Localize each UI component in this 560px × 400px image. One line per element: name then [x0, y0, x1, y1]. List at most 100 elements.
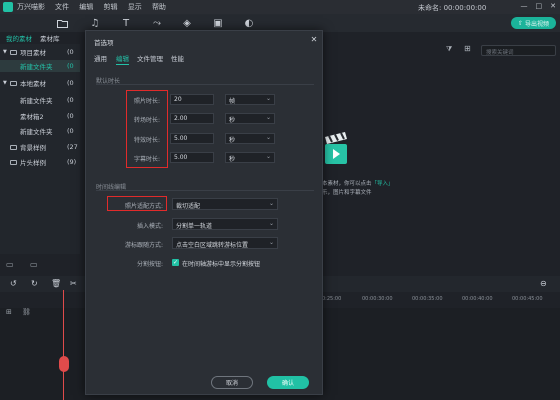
cursor-follow-label: 游标跟随方式: [124, 242, 163, 249]
cursor-follow-select[interactable]: 点击空白区域跳转游标位置 ⌄ [172, 237, 278, 249]
photo-duration-input[interactable]: 20 [170, 94, 214, 105]
tree-item-new-folder[interactable]: 新建文件夹 (0 [0, 125, 80, 137]
confirm-button[interactable]: 确认 [267, 376, 309, 389]
add-track-icon[interactable]: ⊞ [6, 308, 12, 316]
insert-mode-label: 插入模式: [136, 223, 163, 230]
zoom-icon[interactable]: ⊖ [540, 279, 547, 288]
photo-duration-unit-select[interactable]: 帧 ⌄ [225, 94, 275, 105]
music-icon[interactable]: ♫ [88, 16, 102, 30]
tree-item-count: (0 [67, 96, 74, 104]
minimize-icon[interactable]: — [521, 2, 528, 10]
search-input[interactable]: 搜索关键词 [481, 45, 556, 56]
highlight-box-photo-fit [107, 196, 167, 211]
chevron-down-icon: ⌄ [265, 134, 271, 141]
tree-item-count: (0 [67, 48, 74, 56]
tree-item-new-folder[interactable]: 新建文件夹 (0 [0, 94, 80, 106]
ruler-tick: 00:00:45:00 [512, 296, 543, 302]
delete-folder-icon[interactable]: ▭ [30, 260, 38, 269]
unit-value: 秒 [229, 117, 236, 124]
preferences-dialog: 首选项 ✕ 通用 编辑 文件管理 性能 默认时长 照片时长: 20 帧 ⌄ 转场… [85, 30, 323, 395]
import-link[interactable]: 「导入」 [372, 181, 394, 187]
link-icon[interactable]: ⛓ [22, 308, 31, 316]
split-screen-icon[interactable]: ◐ [242, 16, 256, 30]
split-button-checkbox[interactable]: ✓ [172, 259, 179, 266]
app-logo-icon [3, 2, 13, 12]
text-icon[interactable]: T [119, 16, 133, 30]
tree-item-local-media[interactable]: ▼ 本地素材 (0 [0, 77, 80, 89]
folder-icon[interactable] [55, 16, 69, 30]
select-value: 点击空白区域跳转游标位置 [176, 242, 249, 249]
playhead[interactable] [63, 290, 64, 400]
elements-icon[interactable]: ▣ [211, 16, 225, 30]
filter-icon[interactable]: ⧩ [446, 45, 452, 54]
ruler-tick: 00:00:30:00 [362, 296, 393, 302]
select-value: 裁切适配 [176, 203, 201, 210]
tree-item-media-bin-2[interactable]: 素材箱2 (0 [0, 110, 80, 122]
ruler-tick: 00:00:35:00 [412, 296, 443, 302]
folder-icon [10, 159, 17, 165]
tab-performance[interactable]: 性能 [171, 53, 184, 63]
transition-duration-input[interactable]: 2.00 [170, 113, 214, 124]
divider [96, 190, 314, 191]
tree-item-project-media[interactable]: ▼ 项目素材 (0 [0, 46, 80, 58]
tree-item-label: 项目素材 [20, 49, 46, 57]
transition-icon[interactable]: ⤳ [150, 16, 164, 30]
ruler-tick: 0:25:00 [322, 296, 342, 302]
tab-file-management[interactable]: 文件管理 [137, 53, 163, 63]
tab-edit[interactable]: 编辑 [116, 53, 129, 65]
folder-icon [10, 80, 17, 86]
tree-item-intro-samples[interactable]: 片头样例 (9) [0, 156, 80, 168]
tree-item-label: 本地素材 [20, 80, 46, 88]
menu-edit[interactable]: 编辑 [79, 3, 93, 11]
effect-duration-unit-select[interactable]: 秒 ⌄ [225, 133, 275, 144]
split-icon[interactable]: ✂ [70, 279, 77, 288]
tree-item-label: 新建文件夹 [20, 128, 53, 136]
grid-view-icon[interactable]: ⊞ [464, 44, 471, 53]
tree-item-count: (0 [67, 79, 74, 87]
highlight-box-durations [126, 90, 168, 168]
chevron-down-icon: ⌄ [265, 114, 271, 121]
folder-icon [10, 49, 17, 55]
hint-text: 本素材，你可以点击 [322, 181, 372, 187]
hint-text-2: 乐，图片和字幕文件 [322, 190, 372, 196]
redo-icon[interactable]: ↻ [31, 279, 38, 288]
project-title: 未命名: 00:00:00:00 [418, 4, 487, 12]
tree-item-background-samples[interactable]: 背景样例 (27 [0, 141, 80, 153]
app-name: 万兴喵影 [17, 3, 45, 11]
close-icon[interactable]: ✕ [309, 35, 319, 45]
chevron-down-icon: ⌄ [268, 200, 274, 207]
tree-item-count: (9) [67, 158, 77, 166]
new-folder-icon[interactable]: ▭ [6, 260, 14, 269]
dialog-title: 首选项 [94, 39, 114, 47]
playhead-handle[interactable] [59, 356, 69, 372]
menu-help[interactable]: 帮助 [152, 3, 166, 11]
menu-clip[interactable]: 剪辑 [103, 3, 117, 11]
insert-mode-select[interactable]: 分割单一轨道 ⌄ [172, 218, 278, 230]
clapperboard-icon [325, 132, 347, 164]
export-label: 导出视频 [525, 20, 550, 28]
tree-item-label: 素材箱2 [20, 113, 44, 121]
tab-general[interactable]: 通用 [94, 53, 107, 63]
delete-icon[interactable]: 🗑 [51, 279, 61, 288]
export-button[interactable]: ⇧ 导出视频 [511, 17, 556, 29]
media-tree: ▼ 项目素材 (0 新建文件夹 (0 ▼ 本地素材 (0 新建文件夹 (0 素材… [0, 44, 80, 269]
effects-icon[interactable]: ◈ [180, 16, 194, 30]
undo-icon[interactable]: ↺ [10, 279, 17, 288]
unit-value: 秒 [229, 137, 236, 144]
close-window-icon[interactable]: ✕ [550, 2, 556, 10]
menu-file[interactable]: 文件 [55, 3, 69, 11]
caret-down-icon: ▼ [3, 49, 7, 55]
photo-fit-select[interactable]: 裁切适配 ⌄ [172, 198, 278, 210]
effect-duration-input[interactable]: 5.00 [170, 133, 214, 144]
cancel-button[interactable]: 取消 [211, 376, 253, 389]
subtitle-duration-unit-select[interactable]: 秒 ⌄ [225, 152, 275, 163]
maximize-icon[interactable]: □ [536, 2, 543, 10]
menu-view[interactable]: 显示 [128, 3, 142, 11]
tree-item-label: 新建文件夹 [20, 97, 53, 105]
tab-library[interactable]: 素材库 [40, 33, 60, 43]
tree-item-new-folder[interactable]: 新建文件夹 (0 [0, 60, 80, 72]
transition-duration-unit-select[interactable]: 秒 ⌄ [225, 113, 275, 124]
subtitle-duration-input[interactable]: 5.00 [170, 152, 214, 163]
tree-item-label: 片头样例 [20, 159, 46, 167]
unit-value: 秒 [229, 156, 236, 163]
